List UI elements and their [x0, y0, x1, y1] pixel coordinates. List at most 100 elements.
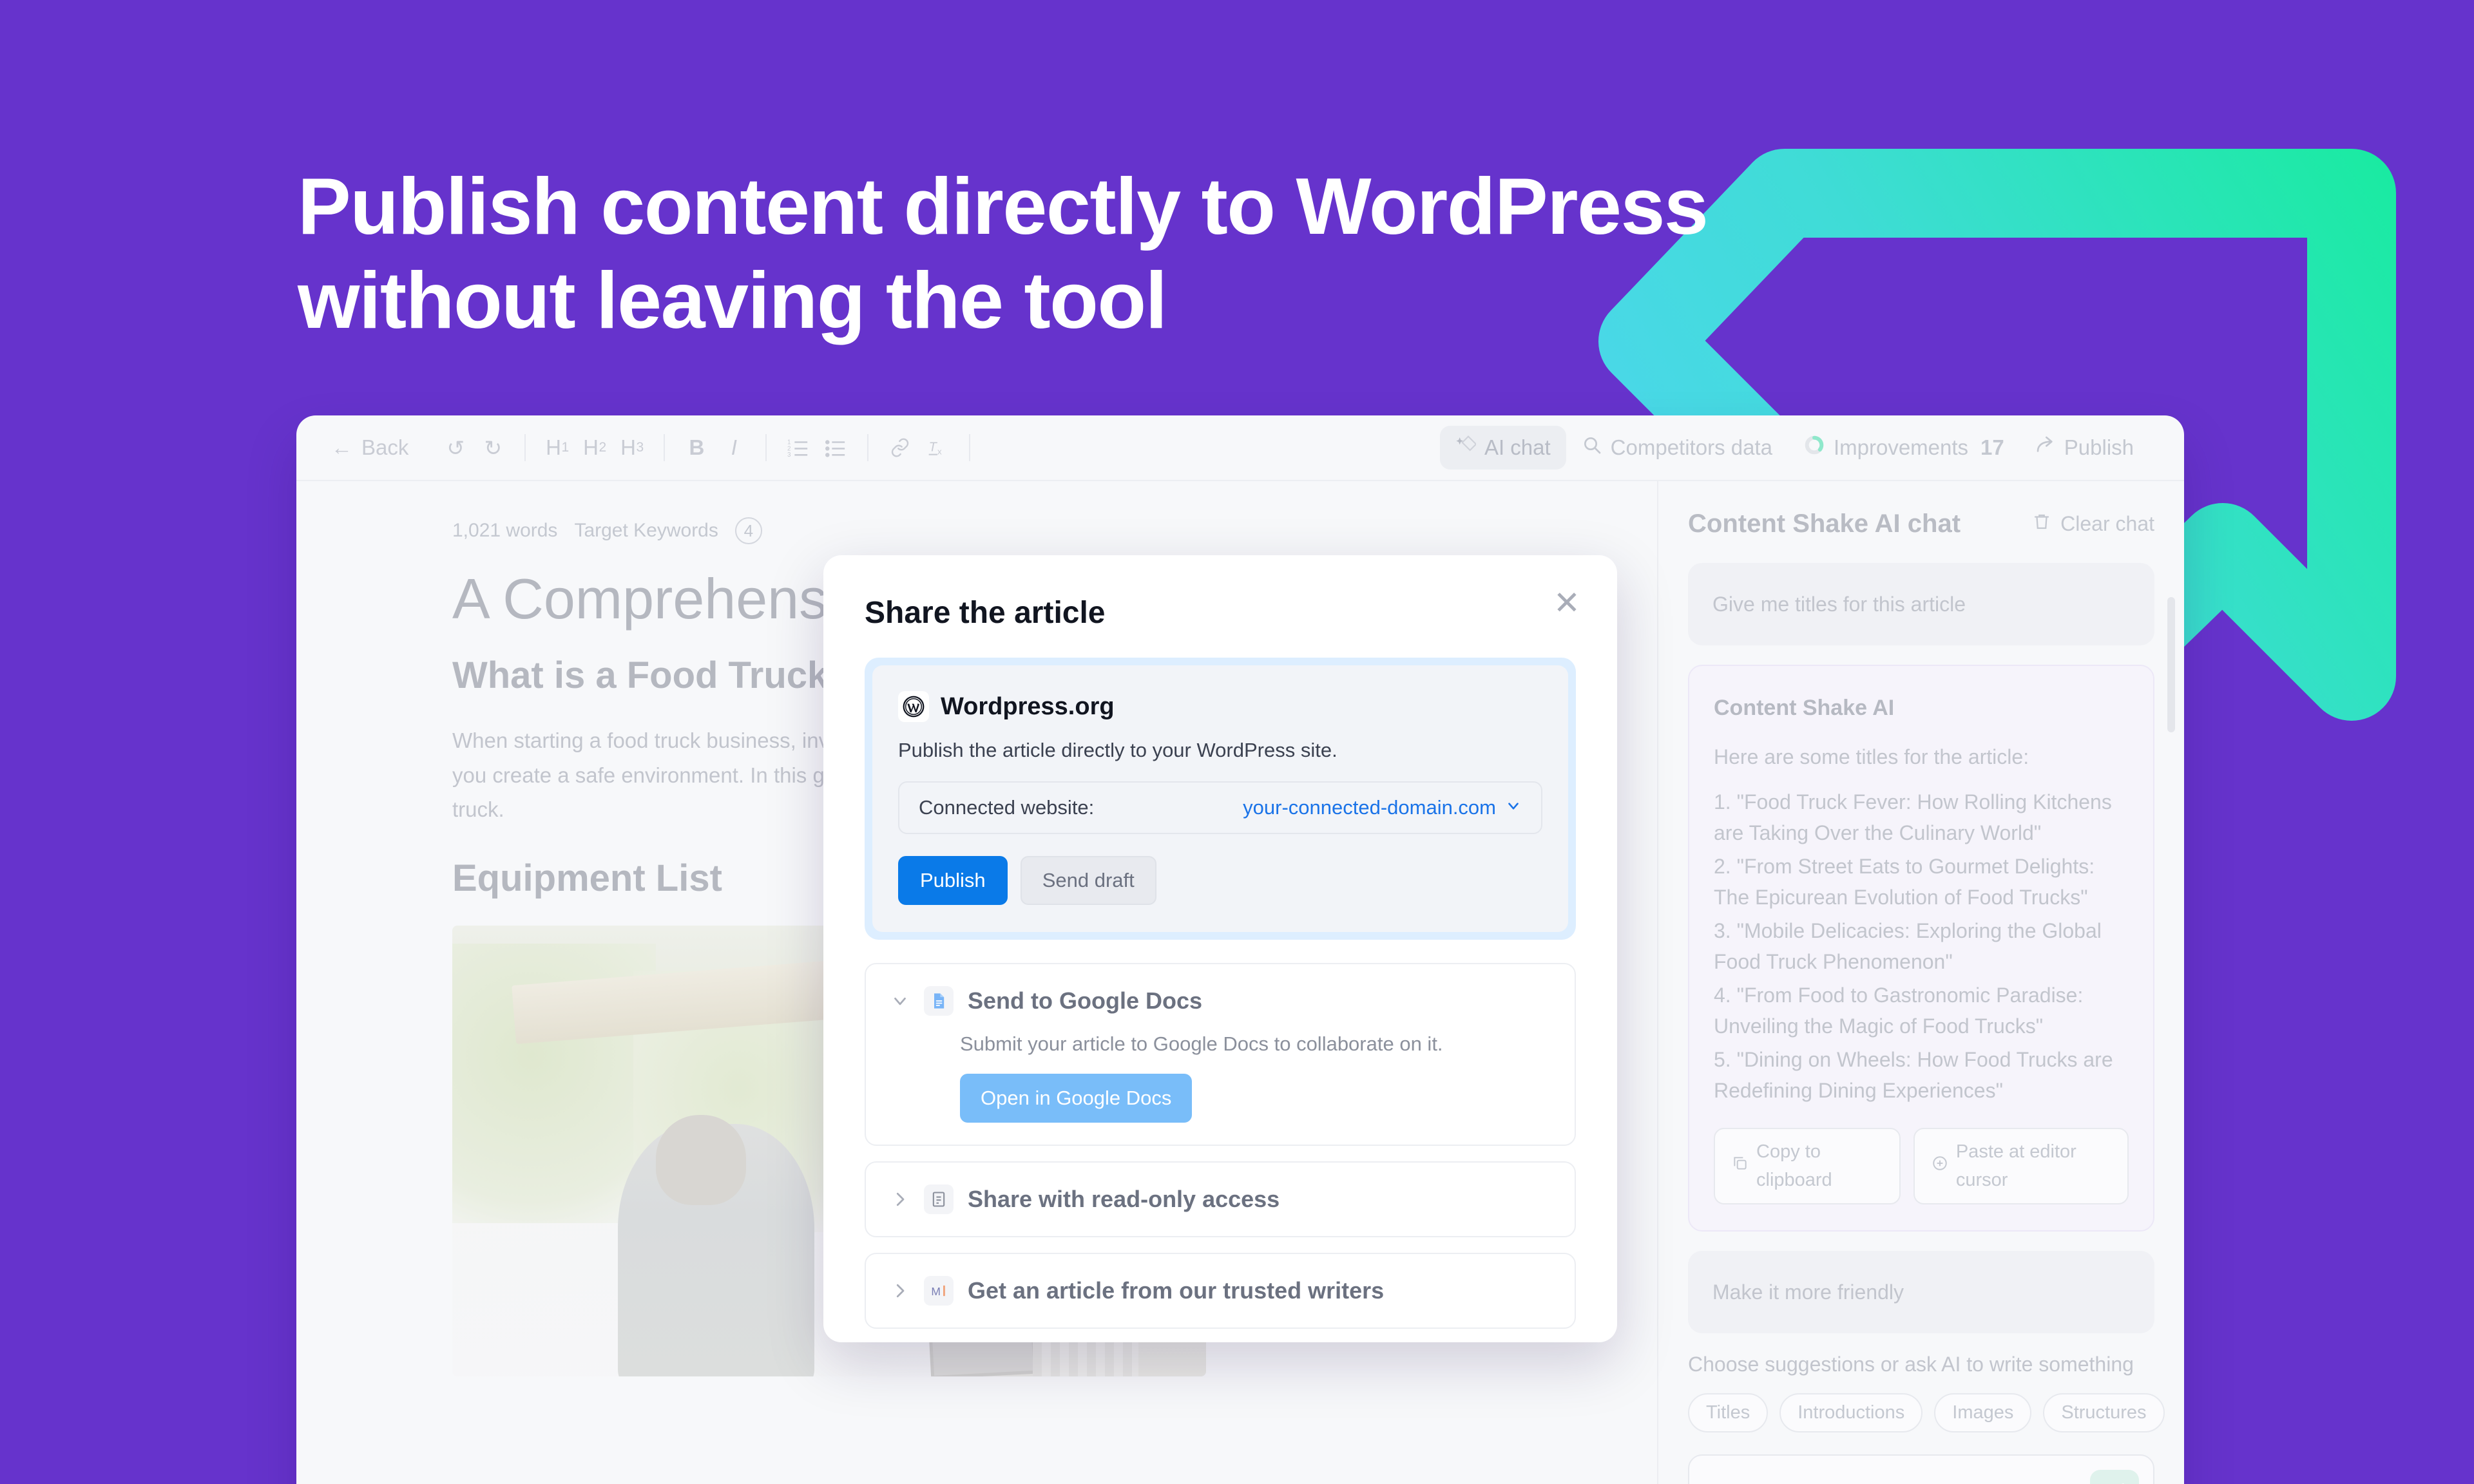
chat-user-message: Give me titles for this article — [1688, 563, 2154, 645]
target-keywords-count: 4 — [734, 517, 762, 544]
arrow-left-icon: ← — [331, 435, 352, 459]
toolbar-divider — [524, 434, 526, 461]
back-button[interactable]: ← Back — [331, 435, 408, 460]
share-article-modal: ✕ Share the article Wordpress.org Publis… — [823, 555, 1617, 1342]
trash-icon — [2032, 512, 2051, 537]
toolbar-divider — [867, 434, 869, 461]
clear-chat-button[interactable]: Clear chat — [2032, 512, 2154, 537]
hero-headline: Publish content directly to WordPress wi… — [298, 160, 1844, 348]
toolbar-divider — [969, 434, 971, 461]
ordered-list-icon[interactable]: 1 2 3 — [780, 429, 817, 466]
headline-line-2: without leaving the tool — [298, 256, 1167, 346]
chat-ai-message: Content Shake AI Here are some titles fo… — [1688, 665, 2154, 1232]
improvements-count: 17 — [1980, 435, 2004, 459]
document-icon — [924, 1184, 954, 1214]
tab-improvements[interactable]: Improvements 17 — [1788, 425, 2020, 470]
chat-title: Content Shake AI chat — [1688, 509, 1961, 538]
improvements-donut-icon — [1803, 434, 1825, 461]
paste-label: Paste at editor cursor — [1955, 1141, 2076, 1190]
svg-text:T: T — [929, 440, 938, 454]
bullet-list-icon[interactable] — [817, 429, 854, 466]
section-trusted-writers-title: Get an article from our trusted writers — [968, 1277, 1385, 1304]
toolbar-divider — [664, 434, 666, 461]
list-item: 2. "From Street Eats to Gourmet Delights… — [1714, 855, 2095, 909]
headline-line-1: Publish content directly to WordPress — [298, 162, 1709, 251]
paste-at-cursor-button[interactable]: Paste at editor cursor — [1913, 1128, 2129, 1204]
clear-formatting-icon[interactable]: T x — [919, 429, 956, 466]
svg-text:x: x — [937, 447, 942, 457]
italic-button[interactable]: I — [715, 429, 753, 466]
ai-chat-label: AI chat — [1484, 435, 1551, 459]
word-count: 1,021 words — [452, 520, 558, 541]
wordpress-option-highlight: Wordpress.org Publish the article direct… — [865, 658, 1576, 940]
chip-introductions[interactable]: Introductions — [1779, 1393, 1923, 1432]
chevron-right-icon[interactable] — [890, 1190, 910, 1209]
open-in-google-docs-button[interactable]: Open in Google Docs — [960, 1074, 1193, 1123]
connected-website-value: your-connected-domain.com — [1243, 796, 1496, 819]
section-read-only-access[interactable]: Share with read-only access — [865, 1161, 1576, 1237]
wordpress-icon — [898, 691, 929, 722]
chat-header: Content Shake AI chat Clear chat — [1688, 509, 2154, 538]
chip-titles[interactable]: Titles — [1688, 1393, 1769, 1432]
marketplace-icon: M — [924, 1276, 954, 1306]
tab-publish[interactable]: Publish — [2020, 426, 2149, 470]
chip-images[interactable]: Images — [1934, 1393, 2032, 1432]
chat-scrollbar[interactable] — [2167, 597, 2175, 732]
connected-website-select[interactable]: your-connected-domain.com — [1243, 796, 1522, 819]
tab-competitors-data[interactable]: Competitors data — [1566, 426, 1788, 470]
chat-ai-name: Content Shake AI — [1714, 696, 1895, 720]
list-item: 5. "Dining on Wheels: How Food Trucks ar… — [1714, 1048, 2113, 1102]
clear-chat-label: Clear chat — [2060, 512, 2154, 535]
link-icon[interactable] — [881, 429, 919, 466]
wordpress-option: Wordpress.org Publish the article direct… — [872, 665, 1568, 932]
tab-ai-chat[interactable]: AI chat — [1439, 426, 1566, 470]
connected-website-label: Connected website: — [919, 796, 1095, 819]
google-docs-icon — [924, 986, 954, 1016]
connected-website-field[interactable]: Connected website: your-connected-domain… — [898, 781, 1542, 834]
copy-to-clipboard-button[interactable]: Copy to clipboard — [1714, 1128, 1901, 1204]
chat-input-wrapper[interactable]: Ask AI to write... — [1688, 1454, 2154, 1484]
chat-suggestion-prompt: Choose suggestions or ask AI to write so… — [1688, 1353, 2134, 1376]
editor-toolbar: ← Back ↺ ↻ H1 H2 H3 B I 1 2 3 T x AI cha… — [296, 415, 2184, 481]
chat-suggestion-chips: Titles Introductions Images Structures — [1688, 1393, 2165, 1432]
list-item: 1. "Food Truck Fever: How Rolling Kitche… — [1714, 790, 2112, 844]
chevron-right-icon[interactable] — [890, 1281, 910, 1300]
heading-2-button[interactable]: H2 — [576, 429, 613, 466]
chevron-down-icon[interactable] — [890, 991, 910, 1011]
section-google-docs[interactable]: Send to Google Docs Submit your article … — [865, 963, 1576, 1146]
ai-chat-panel: Content Shake AI chat Clear chat Give me… — [1657, 481, 2184, 1484]
list-item: 4. "From Food to Gastronomic Paradise: U… — [1714, 984, 2084, 1038]
send-icon — [2103, 1481, 2126, 1484]
redo-icon[interactable]: ↻ — [474, 429, 512, 466]
target-keywords-label: Target Keywords — [574, 520, 718, 541]
section-google-docs-description: Submit your article to Google Docs to co… — [960, 1032, 1443, 1055]
heading-3-button[interactable]: H3 — [613, 429, 651, 466]
document-meta: 1,021 words Target Keywords 4 — [452, 517, 1213, 544]
send-button[interactable] — [2090, 1470, 2139, 1484]
modal-title: Share the article — [865, 596, 1106, 630]
section-trusted-writers[interactable]: M Get an article from our trusted writer… — [865, 1253, 1576, 1329]
section-google-docs-title: Send to Google Docs — [968, 987, 1203, 1014]
section-read-only-title: Share with read-only access — [968, 1186, 1280, 1212]
back-label: Back — [361, 435, 409, 459]
chat-followup-message: Make it more friendly — [1688, 1251, 2154, 1333]
chat-ai-suggestion-list: 1. "Food Truck Fever: How Rolling Kitche… — [1714, 786, 2129, 1106]
toolbar-divider — [765, 434, 767, 461]
hero-canvas: Publish content directly to WordPress wi… — [0, 0, 2474, 1484]
copy-label: Copy to clipboard — [1756, 1141, 1832, 1190]
wordpress-publish-button[interactable]: Publish — [898, 856, 1008, 905]
undo-icon[interactable]: ↺ — [437, 429, 474, 466]
ai-sparkle-icon — [1455, 435, 1477, 461]
copy-icon — [1732, 1152, 1749, 1181]
close-icon[interactable]: ✕ — [1549, 585, 1585, 621]
share-arrow-icon — [2035, 435, 2056, 461]
improvements-label: Improvements — [1833, 435, 1969, 459]
wordpress-name: Wordpress.org — [941, 692, 1115, 720]
bold-button[interactable]: B — [678, 429, 715, 466]
search-icon — [1582, 435, 1602, 461]
heading-1-button[interactable]: H1 — [539, 429, 576, 466]
chip-structures[interactable]: Structures — [2043, 1393, 2165, 1432]
chevron-down-icon — [1505, 796, 1522, 819]
publish-label: Publish — [2064, 435, 2134, 459]
wordpress-send-draft-button[interactable]: Send draft — [1020, 856, 1156, 905]
